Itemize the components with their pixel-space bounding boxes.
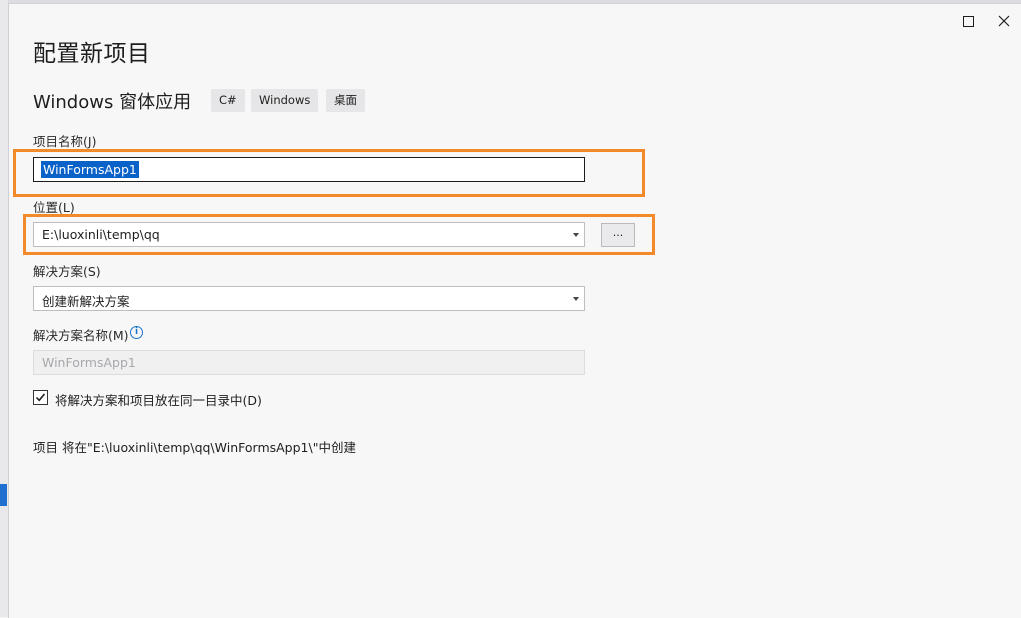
same-directory-label[interactable]: 将解决方案和项目放在同一目录中(D) xyxy=(55,390,262,409)
info-icon[interactable]: i xyxy=(130,326,143,339)
dialog-title: 配置新项目 xyxy=(33,41,151,67)
configure-project-dialog: 配置新项目 Windows 窗体应用 C# Windows 桌面 项目名称(J)… xyxy=(8,3,1021,618)
template-name: Windows 窗体应用 xyxy=(33,92,192,113)
tag-project-type: 桌面 xyxy=(326,89,365,112)
solution-name-value: WinFormsApp1 xyxy=(42,355,136,370)
solution-name-input: WinFormsApp1 xyxy=(33,350,585,375)
tag-platform: Windows xyxy=(251,89,319,112)
tag-language: C# xyxy=(211,89,245,112)
background-window-accent xyxy=(0,484,7,506)
background-window-strip xyxy=(0,0,8,617)
solution-label: 解决方案(S) xyxy=(33,264,101,279)
maximize-icon xyxy=(963,16,974,27)
browse-button[interactable]: ... xyxy=(601,223,635,247)
solution-name-label: 解决方案名称(M) xyxy=(33,328,129,343)
creation-path-info: 项目 将在"E:\luoxinli\temp\qq\WinFormsApp1\"… xyxy=(33,440,356,455)
project-name-value: WinFormsApp1 xyxy=(41,161,139,178)
project-name-input[interactable]: WinFormsApp1 xyxy=(33,157,585,182)
checkmark-icon xyxy=(35,393,46,402)
solution-value: 创建新解决方案 xyxy=(42,294,130,309)
close-icon xyxy=(998,15,1010,27)
chevron-down-icon xyxy=(573,233,579,237)
maximize-button[interactable] xyxy=(954,10,982,32)
solution-combobox[interactable]: 创建新解决方案 xyxy=(33,286,585,311)
location-value: E:\luoxinli\temp\qq xyxy=(42,227,160,242)
close-button[interactable] xyxy=(991,10,1019,32)
same-directory-checkbox[interactable] xyxy=(33,390,48,405)
chevron-down-icon xyxy=(573,297,579,301)
project-name-label: 项目名称(J) xyxy=(33,134,97,149)
location-combobox[interactable]: E:\luoxinli\temp\qq xyxy=(33,222,585,247)
